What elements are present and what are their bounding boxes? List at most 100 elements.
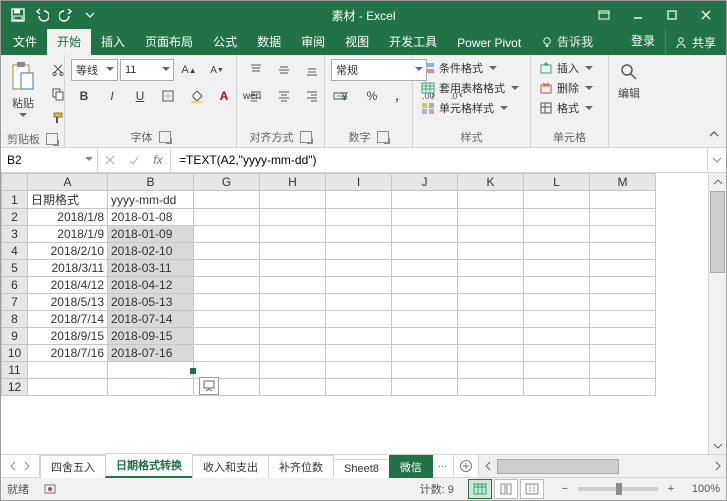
insert-cells-button[interactable]: 插入	[537, 59, 595, 77]
cell[interactable]	[392, 345, 458, 362]
view-page-break-button[interactable]	[520, 479, 544, 499]
redo-button[interactable]	[55, 4, 77, 26]
scroll-thumb[interactable]	[710, 191, 725, 273]
cell[interactable]	[458, 277, 524, 294]
sheet-tab[interactable]: 微信	[389, 455, 433, 478]
cell[interactable]	[28, 379, 108, 396]
col-header-G[interactable]: G	[194, 174, 260, 191]
cell[interactable]: 2018-05-13	[108, 294, 194, 311]
decrease-font-button[interactable]: A▼	[204, 59, 230, 81]
cell[interactable]	[524, 328, 590, 345]
cell[interactable]	[590, 311, 656, 328]
sheet-tab[interactable]: 四舍五入	[40, 455, 106, 478]
sheet-tab[interactable]: 日期格式转换	[105, 453, 193, 478]
cell[interactable]: 日期格式	[28, 191, 108, 209]
cell[interactable]	[194, 243, 260, 260]
cell[interactable]	[194, 294, 260, 311]
row-header[interactable]: 1	[2, 191, 28, 209]
cell[interactable]	[590, 379, 656, 396]
row-header[interactable]: 4	[2, 243, 28, 260]
scroll-down-button[interactable]	[709, 437, 726, 454]
cell[interactable]: 2018/5/13	[28, 294, 108, 311]
cell[interactable]	[392, 328, 458, 345]
scroll-up-button[interactable]	[709, 173, 726, 190]
table-format-button[interactable]: 套用表格格式	[419, 79, 521, 97]
underline-button[interactable]: U	[127, 85, 153, 107]
row-header[interactable]: 7	[2, 294, 28, 311]
save-button[interactable]	[7, 4, 29, 26]
vertical-scrollbar[interactable]	[708, 173, 726, 454]
tab-Power Pivot[interactable]: Power Pivot	[447, 30, 531, 55]
zoom-slider[interactable]	[578, 487, 658, 491]
cell[interactable]: yyyy-mm-dd	[108, 191, 194, 209]
align-top-button[interactable]	[243, 59, 269, 81]
tab-审阅[interactable]: 审阅	[291, 27, 335, 55]
scroll-thumb[interactable]	[497, 459, 619, 474]
cell[interactable]	[260, 277, 326, 294]
zoom-out-button[interactable]: −	[558, 483, 572, 495]
number-format-combo[interactable]: 常规	[331, 59, 427, 81]
conditional-format-button[interactable]: 条件格式	[419, 59, 521, 77]
cell[interactable]	[260, 328, 326, 345]
qat-customize[interactable]	[79, 4, 101, 26]
cell[interactable]	[194, 311, 260, 328]
cell[interactable]	[326, 209, 392, 226]
align-center-button[interactable]	[271, 85, 297, 107]
sheet-nav-prev[interactable]	[9, 461, 17, 471]
cell[interactable]	[458, 345, 524, 362]
cell[interactable]	[590, 260, 656, 277]
cell[interactable]	[326, 345, 392, 362]
sign-in[interactable]: 登录	[623, 26, 663, 55]
cell[interactable]	[260, 362, 326, 379]
name-box-input[interactable]	[5, 152, 93, 168]
cell[interactable]	[524, 362, 590, 379]
cell[interactable]	[524, 243, 590, 260]
sheet-tab[interactable]: 收入和支出	[192, 455, 269, 478]
autofill-options-button[interactable]	[199, 377, 219, 395]
cell[interactable]	[260, 311, 326, 328]
tab-页面布局[interactable]: 页面布局	[135, 27, 203, 55]
select-all-corner[interactable]	[2, 174, 28, 191]
cell[interactable]	[108, 362, 194, 379]
cell[interactable]	[108, 379, 194, 396]
tab-公式[interactable]: 公式	[203, 27, 247, 55]
cell[interactable]	[392, 226, 458, 243]
cell[interactable]	[194, 277, 260, 294]
bold-button[interactable]: B	[71, 85, 97, 107]
zoom-in-button[interactable]: +	[664, 483, 678, 495]
cell[interactable]	[194, 362, 260, 379]
editing-button[interactable]: 编辑	[616, 59, 642, 103]
cell[interactable]	[326, 328, 392, 345]
fill-handle[interactable]	[190, 368, 196, 374]
share-button[interactable]: 共享	[665, 30, 724, 55]
macro-record-button[interactable]	[43, 482, 57, 496]
cell[interactable]	[392, 277, 458, 294]
name-box[interactable]	[1, 148, 98, 172]
cell[interactable]	[590, 209, 656, 226]
cell[interactable]	[458, 226, 524, 243]
cell[interactable]	[392, 209, 458, 226]
formula-input[interactable]	[177, 152, 701, 168]
fill-color-button[interactable]	[183, 85, 209, 107]
col-header-I[interactable]: I	[326, 174, 392, 191]
ribbon-display-options[interactable]	[588, 4, 620, 26]
row-header[interactable]: 3	[2, 226, 28, 243]
cell[interactable]: 2018/7/16	[28, 345, 108, 362]
cell[interactable]: 2018-03-11	[108, 260, 194, 277]
cell[interactable]	[326, 294, 392, 311]
dialog-launcher[interactable]	[46, 133, 58, 145]
cell[interactable]: 2018-07-14	[108, 311, 194, 328]
cell[interactable]	[524, 311, 590, 328]
worksheet-grid[interactable]: ABGHIJKLM1日期格式yyyy-mm-dd22018/1/82018-01…	[1, 173, 726, 454]
cell[interactable]: 2018/9/15	[28, 328, 108, 345]
increase-font-button[interactable]: A▲	[176, 59, 202, 81]
cell[interactable]	[392, 260, 458, 277]
cell[interactable]	[194, 260, 260, 277]
scroll-right-button[interactable]	[709, 458, 726, 475]
cell[interactable]: 2018/3/11	[28, 260, 108, 277]
cell[interactable]	[458, 311, 524, 328]
cell[interactable]	[458, 328, 524, 345]
expand-formula-bar[interactable]	[707, 148, 726, 172]
col-header-A[interactable]: A	[28, 174, 108, 191]
cell[interactable]: 2018-09-15	[108, 328, 194, 345]
